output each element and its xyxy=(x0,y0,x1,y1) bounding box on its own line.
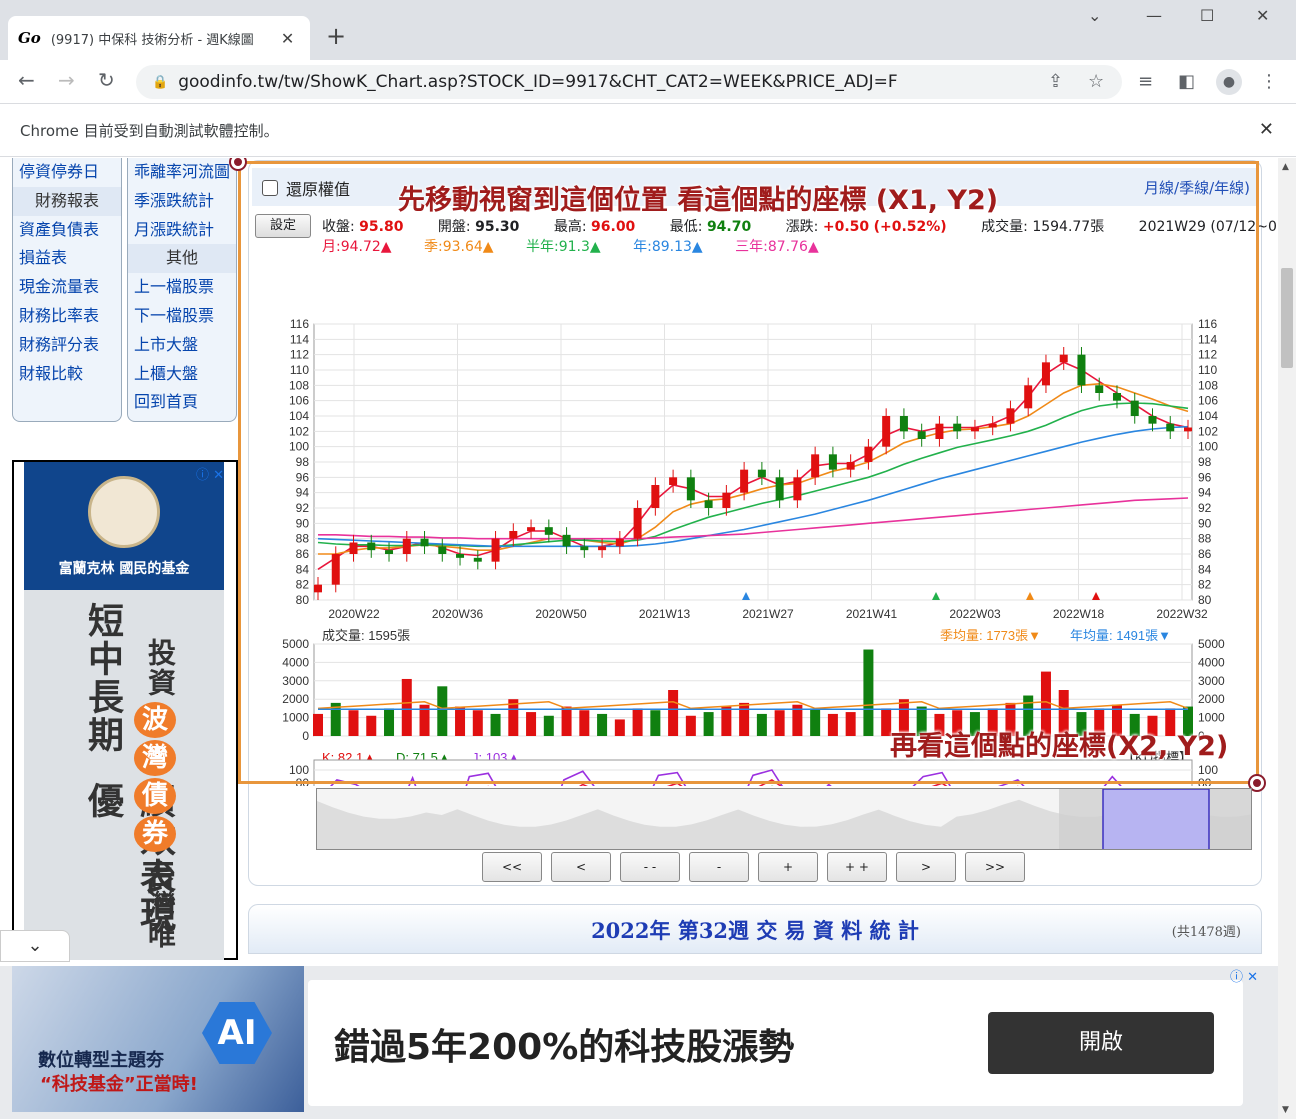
tab-close-icon[interactable]: ✕ xyxy=(281,29,294,48)
ad-circle-word: 波 xyxy=(134,702,176,738)
summary-count: (共1478週) xyxy=(1171,925,1241,940)
left-menu-col2: 乖離率河流圖 季漲跌統計 月漲跌統計 其他 上一檔股票 下一檔股票 上市大盤 上… xyxy=(127,158,237,422)
scroll-up-arrow-icon[interactable]: ▲ xyxy=(1282,162,1289,172)
ad-circle-word: 灣 xyxy=(134,740,176,776)
page-scrollbar[interactable]: ▲ ▼ xyxy=(1278,158,1296,1119)
ad-headline: 錯過5年200%的科技股漲勢 xyxy=(334,1027,795,1068)
ad-brand-panel: 富蘭克林 國民的基金 xyxy=(24,462,224,590)
forward-arrow-icon[interactable]: → xyxy=(58,68,75,92)
tab-title: (9917) 中保科 技術分析 - 週K線圖 xyxy=(50,32,254,48)
site-favicon-icon: Go xyxy=(18,29,41,47)
reload-icon[interactable]: ↻ xyxy=(98,68,115,92)
franklin-portrait-icon xyxy=(88,476,160,548)
ad-body: 短中長期 績效表現優 投資 波 灣 債 券 台灣唯 xyxy=(24,590,224,960)
infobar-close-icon[interactable]: ✕ xyxy=(1259,119,1274,140)
zoom-button[interactable]: < xyxy=(551,852,611,882)
share-icon[interactable]: ⇪ xyxy=(1048,71,1063,92)
menu-link[interactable]: 現金流量表 xyxy=(13,273,121,302)
bookmark-star-icon[interactable]: ☆ xyxy=(1088,71,1104,92)
zoom-button[interactable]: << xyxy=(482,852,542,882)
ai-hex-badge: AI xyxy=(202,1002,272,1064)
tab-strip: Go (9917) 中保科 技術分析 - 週K線圖 ✕ + ⌄ — ☐ ✕ xyxy=(0,0,1296,60)
menu-link[interactable]: 月漲跌統計 xyxy=(128,216,236,245)
page-content: 停資停券日 財務報表 資產負債表 損益表 現金流量表 財務比率表 財務評分表 財… xyxy=(0,158,1278,1119)
navigator-window xyxy=(1102,789,1210,849)
reading-list-icon[interactable]: ≡ xyxy=(1138,71,1153,92)
zoom-button[interactable]: - - xyxy=(620,852,680,882)
ad-info-icon[interactable]: ⓘ ✕ xyxy=(196,464,224,483)
zoom-button[interactable]: >> xyxy=(965,852,1025,882)
ad-side-bottom: 台灣唯 xyxy=(144,860,177,950)
zoom-button[interactable]: + xyxy=(758,852,818,882)
menu-link[interactable]: 下一檔股票 xyxy=(128,302,236,331)
ad-headline-1: 短中長期 xyxy=(82,602,123,754)
kebab-menu-icon[interactable]: ⋮ xyxy=(1260,71,1278,92)
new-tab-plus-icon[interactable]: + xyxy=(326,22,346,50)
back-arrow-icon[interactable]: ← xyxy=(18,68,35,92)
annotation-top: 先移動視窗到這個位置 看這個點的座標 (X1, Y2) xyxy=(398,185,999,216)
menu-link[interactable]: 財報比較 xyxy=(13,360,121,389)
zoom-button[interactable]: > xyxy=(896,852,956,882)
annotation-bottom: 再看這個點的座標(X2, Y2) xyxy=(890,731,1229,762)
lock-icon[interactable]: 🔒 xyxy=(152,75,168,90)
menu-link[interactable]: 上市大盤 xyxy=(128,331,236,360)
collapse-ad-button[interactable]: ⌄ xyxy=(0,930,70,962)
menu-link[interactable]: 停資停券日 xyxy=(13,158,121,187)
overview-navigator[interactable] xyxy=(316,788,1252,850)
menu-link[interactable]: 上一檔股票 xyxy=(128,273,236,302)
side-panel-icon[interactable]: ◧ xyxy=(1178,71,1195,92)
ad-open-button[interactable]: 開啟 xyxy=(988,1012,1214,1074)
left-ad-banner[interactable]: 富蘭克林 國民的基金 短中長期 績效表現優 投資 波 灣 債 券 台灣唯 ⓘ ✕ xyxy=(12,460,238,960)
ad-brand-text: 富蘭克林 國民的基金 xyxy=(58,561,190,577)
menu-link[interactable]: 損益表 xyxy=(13,244,121,273)
menu-link[interactable]: 乖離率河流圖 xyxy=(128,158,236,187)
profile-avatar-icon[interactable]: ● xyxy=(1216,69,1242,95)
menu-link[interactable]: 上櫃大盤 xyxy=(128,360,236,389)
ad-image: AI 數位轉型主題夯 “科技基金”正當時! xyxy=(12,966,304,1112)
bottom-ad-banner[interactable]: AI 數位轉型主題夯 “科技基金”正當時! 錯過5年200%的科技股漲勢 開啟 … xyxy=(0,966,1278,1119)
automation-notice: Chrome 目前受到自動測試軟體控制。 xyxy=(20,122,279,140)
ad-side-top: 投資 xyxy=(144,638,177,698)
menu-link[interactable]: 季漲跌統計 xyxy=(128,187,236,216)
zoom-button[interactable]: + + xyxy=(827,852,887,882)
maximize-icon[interactable]: ☐ xyxy=(1200,6,1214,25)
menu-link[interactable]: 資產負債表 xyxy=(13,216,121,245)
menu-header: 財務報表 xyxy=(13,186,121,216)
active-tab[interactable]: Go (9917) 中保科 技術分析 - 週K線圖 ✕ xyxy=(8,16,310,60)
ad-info-icon[interactable]: ⓘ ✕ xyxy=(1230,966,1258,985)
browser-toolbar: ← → ↻ 🔒 goodinfo.tw/tw/ShowK_Chart.asp?S… xyxy=(0,60,1296,104)
point-x2-marker xyxy=(1250,776,1264,790)
menu-link[interactable]: 財務比率表 xyxy=(13,302,121,331)
ad-image-text-1: 數位轉型主題夯 xyxy=(38,1050,164,1071)
left-menu-col1: 停資停券日 財務報表 資產負債表 損益表 現金流量表 財務比率表 財務評分表 財… xyxy=(12,158,122,422)
url-text[interactable]: goodinfo.tw/tw/ShowK_Chart.asp?STOCK_ID=… xyxy=(178,72,897,92)
zoom-button[interactable]: - xyxy=(689,852,749,882)
summary-header: 2022年 第32週 交 易 資 料 統 計 (共1478週) xyxy=(248,904,1262,954)
ad-image-text-2: “科技基金”正當時! xyxy=(40,1074,198,1095)
ad-circle-word: 債 xyxy=(134,778,176,814)
address-bar[interactable]: 🔒 goodinfo.tw/tw/ShowK_Chart.asp?STOCK_I… xyxy=(136,65,1122,99)
ad-circle-word: 券 xyxy=(134,816,176,852)
selection-rectangle xyxy=(238,161,1259,784)
scroll-thumb[interactable] xyxy=(1281,268,1293,368)
automation-infobar: Chrome 目前受到自動測試軟體控制。 ✕ xyxy=(0,105,1296,157)
menu-link[interactable]: 回到首頁 xyxy=(128,388,236,417)
menu-header: 其他 xyxy=(128,244,236,274)
summary-title: 2022年 第32週 交 易 資 料 統 計 xyxy=(591,918,919,943)
tab-search-chevron-icon[interactable]: ⌄ xyxy=(1088,6,1101,25)
scroll-down-arrow-icon[interactable]: ▼ xyxy=(1282,1105,1289,1115)
menu-link[interactable]: 財務評分表 xyxy=(13,331,121,360)
window-close-icon[interactable]: ✕ xyxy=(1256,6,1269,25)
minimize-icon[interactable]: — xyxy=(1146,6,1162,25)
ad-card: 錯過5年200%的科技股漲勢 開啟 xyxy=(308,980,1243,1106)
